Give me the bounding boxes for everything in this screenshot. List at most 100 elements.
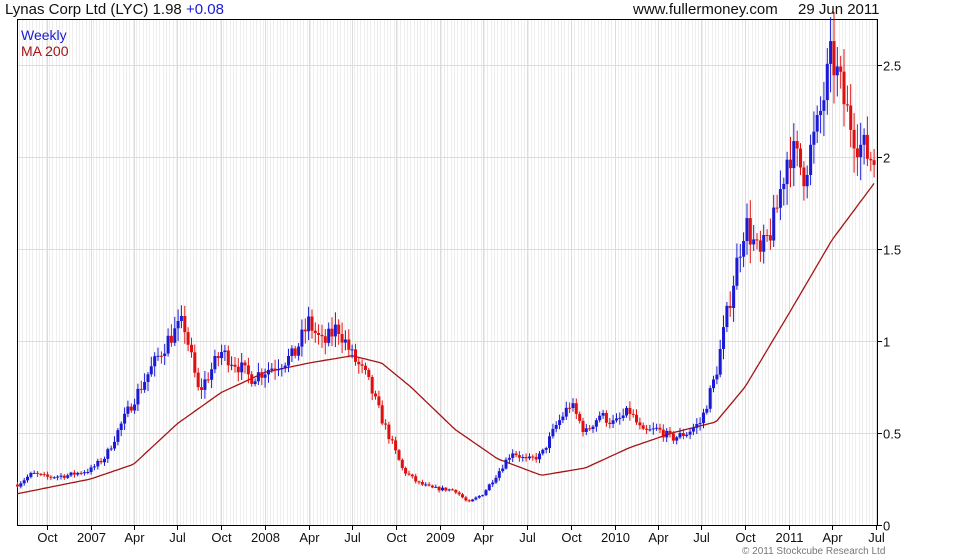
x-tick-label: Apr — [299, 530, 320, 545]
x-tick-label: Oct — [386, 530, 407, 545]
x-tick-label: Apr — [648, 530, 669, 545]
y-tick-label: 1 — [883, 335, 890, 350]
candle-up — [695, 424, 699, 428]
candle-up — [32, 472, 36, 474]
candle-up — [601, 413, 605, 416]
candle-up — [715, 374, 719, 380]
candle-up — [521, 457, 525, 458]
candle-down — [789, 159, 792, 169]
candle-up — [548, 436, 551, 449]
candle-up — [825, 63, 829, 101]
candle-up — [471, 499, 475, 502]
candle-up — [712, 379, 715, 389]
candle-up — [166, 335, 170, 354]
candle-up — [119, 423, 123, 430]
candle-up — [253, 381, 257, 384]
candle-down — [79, 472, 83, 474]
candle-up — [648, 429, 652, 431]
chart-legend: Weekly MA 200 — [21, 27, 68, 59]
candle-up — [735, 257, 739, 286]
candle-down — [604, 413, 608, 423]
candle-up — [300, 329, 304, 347]
candle-up — [615, 418, 618, 421]
candle-up — [173, 328, 177, 343]
x-tick-label: 2010 — [601, 530, 630, 545]
y-tick-label: 1.5 — [883, 243, 901, 258]
candle-up — [805, 175, 809, 187]
candle-up — [96, 460, 100, 467]
x-tick-label: Jul — [169, 530, 186, 545]
candle-down — [467, 500, 471, 502]
candle-up — [538, 453, 541, 460]
candle-down — [340, 334, 344, 343]
candle-up — [153, 356, 157, 367]
candle-down — [451, 489, 454, 491]
candle-up — [106, 449, 110, 459]
candle-up — [688, 431, 692, 435]
candle-up — [752, 239, 756, 245]
x-tick-label: Oct — [561, 530, 582, 545]
x-tick-label: 2009 — [426, 530, 455, 545]
candle-up — [745, 218, 749, 241]
candle-down — [397, 450, 401, 460]
candle-up — [19, 483, 23, 487]
candle-up — [103, 458, 106, 463]
candle-up — [685, 434, 689, 436]
candle-down — [323, 336, 327, 343]
candle-down — [260, 372, 264, 378]
x-tick-label: Oct — [37, 530, 58, 545]
candle-up — [203, 379, 207, 390]
x-tick-label: Apr — [124, 530, 145, 545]
candle-up — [143, 382, 147, 390]
candle-up — [76, 472, 80, 475]
candle-up — [792, 141, 796, 169]
candle-up — [350, 349, 354, 351]
candle-down — [347, 339, 351, 350]
candle-up — [116, 430, 120, 442]
candle-down — [849, 105, 853, 130]
candle-up — [277, 369, 280, 371]
candle-down — [454, 489, 458, 493]
candle-up — [591, 426, 595, 429]
candle-down — [588, 428, 592, 430]
candle-down — [233, 364, 237, 367]
candle-down — [72, 472, 76, 475]
copyright-text: © 2011 Stockcube Research Ltd — [742, 546, 886, 557]
candle-up — [126, 406, 130, 414]
candle-down — [317, 333, 321, 335]
candle-down — [39, 473, 43, 475]
candle-up — [778, 189, 782, 208]
y-tick-label: 0.5 — [883, 427, 901, 442]
candle-down — [852, 129, 856, 149]
candle-up — [725, 305, 729, 327]
candle-down — [243, 362, 247, 366]
candle-up — [280, 368, 284, 370]
candle-up — [584, 428, 588, 432]
candle-up — [678, 433, 682, 438]
candle-up — [146, 374, 150, 382]
candle-down — [524, 457, 528, 459]
candle-down — [534, 456, 538, 460]
candle-up — [564, 407, 568, 417]
candle-down — [354, 349, 357, 362]
candle-down — [390, 439, 394, 441]
candle-down — [273, 368, 277, 370]
candle-up — [594, 420, 598, 427]
candle-up — [782, 184, 786, 190]
candle-up — [651, 428, 655, 430]
candle-down — [420, 482, 424, 485]
candle-up — [240, 362, 244, 373]
candle-down — [631, 413, 635, 415]
candle-up — [785, 159, 789, 185]
legend-period: Weekly — [21, 27, 67, 43]
candle-down — [186, 332, 190, 345]
candle-down — [668, 430, 672, 434]
candle-down — [608, 422, 612, 424]
candle-up — [343, 339, 347, 343]
candle-up — [675, 437, 679, 441]
candle-down — [671, 433, 675, 441]
candle-down — [374, 393, 377, 397]
candle-down — [62, 475, 66, 478]
candle-down — [384, 423, 388, 425]
candle-down — [517, 455, 521, 458]
